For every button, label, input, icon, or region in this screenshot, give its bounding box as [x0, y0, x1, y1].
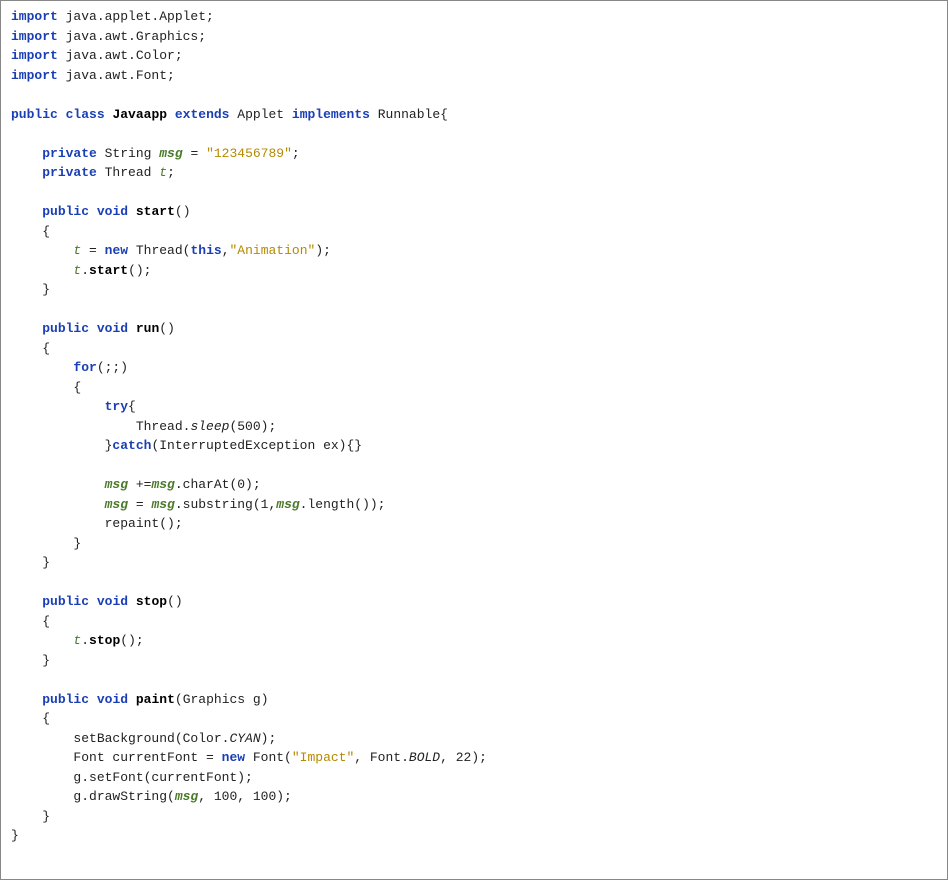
code-line: setBackground(Color.CYAN); [11, 729, 937, 749]
code-line: }catch(InterruptedException ex){} [11, 436, 937, 456]
code-line: public void start() [11, 202, 937, 222]
code-line: } [11, 826, 937, 846]
code-line: try{ [11, 397, 937, 417]
code-line: import java.awt.Font; [11, 66, 937, 86]
code-line: } [11, 534, 937, 554]
code-line: private String msg = "123456789"; [11, 144, 937, 164]
code-line: { [11, 612, 937, 632]
code-line: g.drawString(msg, 100, 100); [11, 787, 937, 807]
code-line: t = new Thread(this,"Animation"); [11, 241, 937, 261]
code-line: { [11, 709, 937, 729]
code-line: import java.awt.Color; [11, 46, 937, 66]
code-line [11, 573, 937, 593]
code-line: } [11, 280, 937, 300]
code-line: repaint(); [11, 514, 937, 534]
code-editor: import java.applet.Applet;import java.aw… [0, 0, 948, 880]
code-line: public void stop() [11, 592, 937, 612]
code-line: for(;;) [11, 358, 937, 378]
code-line [11, 300, 937, 320]
code-line: import java.awt.Graphics; [11, 27, 937, 47]
code-line: } [11, 553, 937, 573]
code-line: Thread.sleep(500); [11, 417, 937, 437]
code-line: t.start(); [11, 261, 937, 281]
code-line: { [11, 378, 937, 398]
code-line [11, 183, 937, 203]
code-line: private Thread t; [11, 163, 937, 183]
code-line: public void run() [11, 319, 937, 339]
code-line: public void paint(Graphics g) [11, 690, 937, 710]
code-line: } [11, 651, 937, 671]
code-line: public class Javaapp extends Applet impl… [11, 105, 937, 125]
code-line: } [11, 807, 937, 827]
code-line: { [11, 339, 937, 359]
code-line: msg = msg.substring(1,msg.length()); [11, 495, 937, 515]
code-line: msg +=msg.charAt(0); [11, 475, 937, 495]
code-line: g.setFont(currentFont); [11, 768, 937, 788]
code-line: Font currentFont = new Font("Impact", Fo… [11, 748, 937, 768]
code-line: t.stop(); [11, 631, 937, 651]
code-line [11, 670, 937, 690]
code-line [11, 456, 937, 476]
code-line: { [11, 222, 937, 242]
code-line [11, 124, 937, 144]
code-line: import java.applet.Applet; [11, 7, 937, 27]
code-line [11, 85, 937, 105]
